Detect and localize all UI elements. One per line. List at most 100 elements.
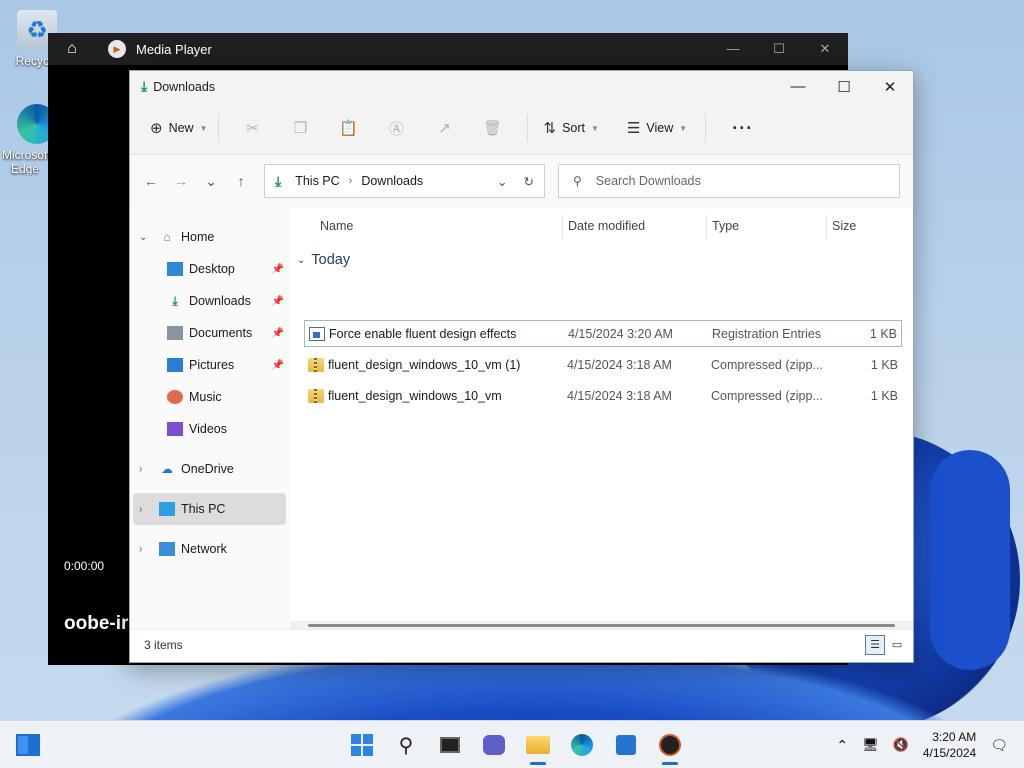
taskbar-search-button[interactable]: ⚲ [384,725,428,765]
copy-icon[interactable]: ❐ [277,119,325,137]
sidebar-item-music[interactable]: Music [130,381,290,413]
sort-button-label: Sort [562,121,586,135]
paste-icon[interactable]: 📋 [325,119,373,137]
task-view-button[interactable] [428,725,472,765]
group-header-today[interactable]: ⌄ Today [290,247,913,273]
rename-icon[interactable]: Ⓐ [373,118,421,139]
refresh-icon[interactable]: ↻ [524,174,534,189]
column-header-type[interactable]: Type [712,219,739,233]
forward-arrow-icon[interactable]: → [166,173,196,189]
notification-icon[interactable]: 🗨 [990,737,1008,754]
details-view-icon[interactable]: ☰ [865,634,885,655]
sidebar-item-downloads[interactable]: ⤓ Downloads 📌 [130,285,290,317]
cut-icon[interactable]: ✂ [229,119,277,137]
now-playing-title: oobe-ir [64,613,129,634]
media-player-logo-icon: ▶ [108,40,126,58]
address-history-chevron-icon[interactable]: ⌄ [497,174,507,189]
chevron-down-icon: ▼ [591,123,599,133]
file-explorer-taskbar-button[interactable] [516,725,560,765]
minimize-button[interactable]: — [710,41,756,57]
folder-icon [526,736,550,754]
clock[interactable]: 3:20 AM 4/15/2024 [923,729,976,761]
file-explorer-window[interactable]: ⤓ Downloads — ☐ ✕ ⊕ New ▼ ✂ ❐ 📋 Ⓐ ↗ 🗑 ⇅ … [129,70,914,663]
recent-locations-chevron-icon[interactable]: ⌄ [196,173,226,190]
system-tray: ⌃ 🖥 🔇 3:20 AM 4/15/2024 🗨 [836,721,1008,768]
chevron-down-icon[interactable]: ⌄ [139,232,159,243]
chat-button[interactable] [472,725,516,765]
breadcrumb-this-pc[interactable]: This PC [295,174,339,188]
file-date: 4/15/2024 3:18 AM [567,357,672,372]
sidebar-item-home[interactable]: ⌄ ⌂ Home [130,221,290,253]
up-arrow-icon[interactable]: ↑ [226,173,256,189]
file-name: fluent_design_windows_10_vm [328,388,502,403]
sidebar-item-videos[interactable]: Videos [130,413,290,445]
network-icon[interactable]: 🖥 [862,737,879,753]
videos-icon [167,422,183,436]
store-taskbar-button[interactable] [604,725,648,765]
column-header-date-modified[interactable]: Date modified [568,219,645,233]
sort-button[interactable]: ⇅ Sort ▼ [544,119,599,137]
share-icon[interactable]: ↗ [421,119,469,137]
sidebar-item-label: Documents [189,326,253,340]
file-date: 4/15/2024 3:20 AM [568,326,673,341]
chevron-right-icon[interactable]: › [139,504,159,515]
minimize-button[interactable]: — [775,71,821,102]
search-input[interactable]: ⚲ Search Downloads [558,164,900,198]
maximize-button[interactable]: ☐ [821,71,867,102]
address-bar[interactable]: ⤓ This PC › Downloads ⌄ ↻ [264,164,545,198]
column-header-name[interactable]: Name [320,219,353,233]
maximize-button[interactable]: ☐ [756,41,802,57]
sidebar-item-this-pc[interactable]: › This PC [133,493,286,525]
chevron-up-icon[interactable]: ⌃ [836,737,848,754]
zip-folder-icon [308,357,324,372]
volume-muted-icon[interactable]: 🔇 [893,737,909,753]
widgets-icon[interactable] [16,734,40,756]
close-button[interactable]: ✕ [867,71,913,102]
download-icon: ⤓ [172,293,178,308]
media-player-taskbar-button[interactable] [648,725,692,765]
pin-icon: 📌 [271,295,284,307]
view-button[interactable]: ☰ View ▼ [627,119,687,137]
chevron-right-icon[interactable]: › [139,544,159,555]
sidebar-item-label: Downloads [189,294,251,308]
chevron-right-icon[interactable]: › [139,464,159,475]
command-bar: ⊕ New ▼ ✂ ❐ 📋 Ⓐ ↗ 🗑 ⇅ Sort ▼ ☰ View ▼ ··… [130,102,913,155]
horizontal-scrollbar-thumb[interactable] [308,624,895,627]
column-divider[interactable] [826,215,827,239]
sidebar-item-desktop[interactable]: Desktop 📌 [130,253,290,285]
new-button[interactable]: ⊕ New ▼ [150,119,208,137]
home-icon[interactable]: ⌂ [48,40,96,58]
file-name: fluent_design_windows_10_vm (1) [328,357,521,372]
sidebar-item-network[interactable]: › Network [130,533,290,565]
clock-time: 3:20 AM [932,730,977,744]
column-header-size[interactable]: Size [832,219,856,233]
table-row[interactable]: fluent_design_windows_10_vm (1) 4/15/202… [304,351,902,378]
table-row[interactable]: Force enable fluent design effects 4/15/… [304,320,902,347]
pin-icon: 📌 [271,359,284,371]
chevron-down-icon[interactable]: ⌄ [297,255,305,266]
close-button[interactable]: ✕ [802,41,848,57]
more-options-button[interactable]: ··· [732,118,753,139]
explorer-titlebar[interactable]: ⤓ Downloads — ☐ ✕ [130,71,913,102]
clock-date: 4/15/2024 [922,746,977,760]
sidebar-item-onedrive[interactable]: › ☁ OneDrive [130,453,290,485]
chevron-down-icon: ▼ [199,123,208,133]
sidebar-item-documents[interactable]: Documents 📌 [130,317,290,349]
file-type: Compressed (zipp... [711,357,823,372]
back-arrow-icon[interactable]: ← [136,173,166,189]
column-divider[interactable] [706,215,707,239]
pin-icon: 📌 [271,327,284,339]
table-row[interactable]: fluent_design_windows_10_vm 4/15/2024 3:… [304,382,902,409]
item-count: 3 items [144,637,183,652]
chevron-right-icon[interactable]: › [349,175,353,187]
start-button[interactable] [340,725,384,765]
delete-icon[interactable]: 🗑 [469,119,517,137]
tiles-view-icon[interactable]: ▭ [887,635,907,655]
sidebar-item-pictures[interactable]: Pictures 📌 [130,349,290,381]
breadcrumb-downloads[interactable]: Downloads [361,174,423,188]
media-player-titlebar[interactable]: ⌂ ▶ Media Player — ☐ ✕ [48,33,848,65]
column-header-row: Name Date modified Type Size [290,207,913,247]
column-divider[interactable] [562,215,563,239]
pictures-icon [167,358,183,372]
edge-taskbar-button[interactable] [560,725,604,765]
